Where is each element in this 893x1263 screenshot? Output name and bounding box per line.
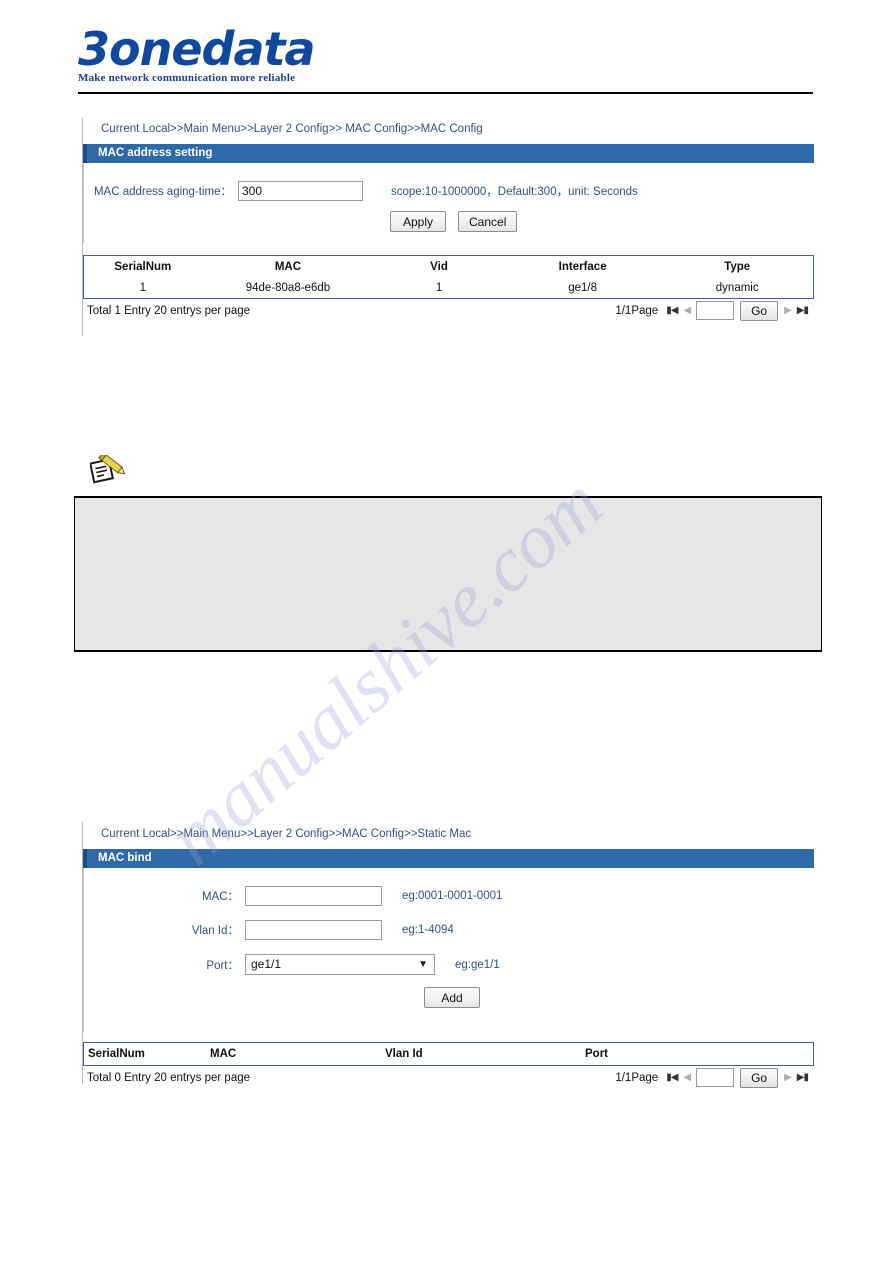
cell-mac: 94de-80a8-e6db	[245, 282, 331, 294]
mac-hint: eg:0001-0001-0001	[402, 890, 503, 902]
column-serialnum: SerialNum	[114, 261, 172, 273]
aging-time-input[interactable]	[238, 181, 363, 201]
column-mac: MAC	[210, 1048, 237, 1060]
breadcrumb-mac-config[interactable]: Current Local>>Main Menu>>Layer 2 Config…	[83, 122, 814, 136]
column-type: Type	[724, 261, 751, 273]
page-indicator: 1/1Page	[615, 304, 659, 317]
table-header-row: SerialNum MAC Vlan Id Port	[84, 1043, 813, 1065]
column-vlan-id: Vlan Id	[385, 1048, 423, 1060]
port-hint: eg:ge1/1	[455, 958, 500, 971]
aging-time-hint: scope:10-1000000，Default:300，unit: Secon…	[391, 186, 638, 198]
mac-bind-panel: MAC： eg:0001-0001-0001 Vlan Id： eg:1-409…	[83, 868, 814, 1032]
chevron-down-icon: ▼	[418, 959, 428, 970]
go-button[interactable]: Go	[740, 300, 779, 321]
apply-button[interactable]: Apply	[390, 211, 446, 232]
note-box	[74, 496, 822, 652]
cell-type: dynamic	[715, 282, 759, 294]
cancel-button[interactable]: Cancel	[458, 211, 518, 232]
static-mac-table-footer: Total 0 Entry 20 entrys per page 1/1Page…	[83, 1065, 814, 1089]
breadcrumb-static-mac[interactable]: Current Local>>Main Menu>>Layer 2 Config…	[83, 827, 814, 841]
go-button[interactable]: Go	[740, 1067, 779, 1088]
column-serialnum: SerialNum	[88, 1048, 145, 1060]
first-page-icon[interactable]: ▮◀	[666, 1072, 678, 1083]
note-pencil-icon	[89, 451, 126, 485]
prev-page-icon[interactable]: ◀	[683, 305, 691, 316]
cell-vid: 1	[435, 282, 443, 294]
panel-title-mac-address-setting: MAC address setting	[83, 144, 814, 163]
total-entries-label: Total 0 Entry 20 entrys per page	[87, 1071, 251, 1084]
brand-tagline: Make network communication more reliable	[78, 72, 296, 84]
add-button[interactable]: Add	[424, 987, 480, 1008]
column-port: Port	[585, 1048, 608, 1060]
column-vid: Vid	[430, 261, 448, 273]
page-number-input[interactable]	[696, 1068, 735, 1087]
page-number-input[interactable]	[696, 301, 735, 320]
mac-input[interactable]	[245, 886, 382, 906]
document-page: manualshive.com 3onedata Make network co…	[0, 0, 893, 1263]
aging-time-label: MAC address aging-time：	[93, 186, 232, 198]
vlan-id-label: Vlan Id：	[191, 925, 239, 937]
vlan-id-hint: eg:1-4094	[402, 924, 454, 936]
masthead-divider	[78, 92, 813, 94]
total-entries-label: Total 1 Entry 20 entrys per page	[87, 304, 251, 317]
cell-serialnum: 1	[139, 282, 147, 294]
static-mac-table: SerialNum MAC Vlan Id Port	[83, 1042, 814, 1065]
static-mac-section: Current Local>>Main Menu>>Layer 2 Config…	[83, 827, 814, 1089]
port-select[interactable]: ge1/1 ▼	[245, 954, 435, 975]
brand-logo: 3onedata	[78, 22, 316, 76]
last-page-icon[interactable]: ▶▮	[797, 1072, 809, 1083]
next-page-icon[interactable]: ▶	[784, 305, 792, 316]
mac-config-section: Current Local>>Main Menu>>Layer 2 Config…	[83, 122, 814, 322]
panel-title-mac-bind: MAC bind	[83, 849, 814, 868]
table-header-row: SerialNum MAC Vid Interface Type	[84, 256, 813, 278]
page-indicator: 1/1Page	[615, 1071, 659, 1084]
mac-table-footer: Total 1 Entry 20 entrys per page 1/1Page…	[83, 298, 814, 322]
mac-entries-table: SerialNum MAC Vid Interface Type 1 94de-…	[83, 255, 814, 298]
cell-interface: ge1/8	[568, 282, 598, 294]
next-page-icon[interactable]: ▶	[784, 1072, 792, 1083]
table-row[interactable]: 1 94de-80a8-e6db 1 ge1/8 dynamic	[84, 278, 813, 298]
column-interface: Interface	[558, 261, 607, 273]
first-page-icon[interactable]: ▮◀	[666, 305, 678, 316]
pagination-controls: 1/1Page ▮◀ ◀ Go ▶ ▶▮	[615, 1067, 814, 1088]
column-mac: MAC	[274, 261, 302, 273]
vlan-id-input[interactable]	[245, 920, 382, 940]
pagination-controls: 1/1Page ▮◀ ◀ Go ▶ ▶▮	[615, 300, 814, 321]
port-select-value: ge1/1	[251, 957, 282, 971]
mac-label: MAC：	[201, 891, 239, 903]
port-label: Port：	[206, 959, 239, 972]
masthead: 3onedata Make network communication more…	[78, 24, 813, 92]
prev-page-icon[interactable]: ◀	[683, 1072, 691, 1083]
mac-address-setting-panel: MAC address aging-time： scope:10-1000000…	[83, 163, 814, 243]
last-page-icon[interactable]: ▶▮	[797, 305, 809, 316]
